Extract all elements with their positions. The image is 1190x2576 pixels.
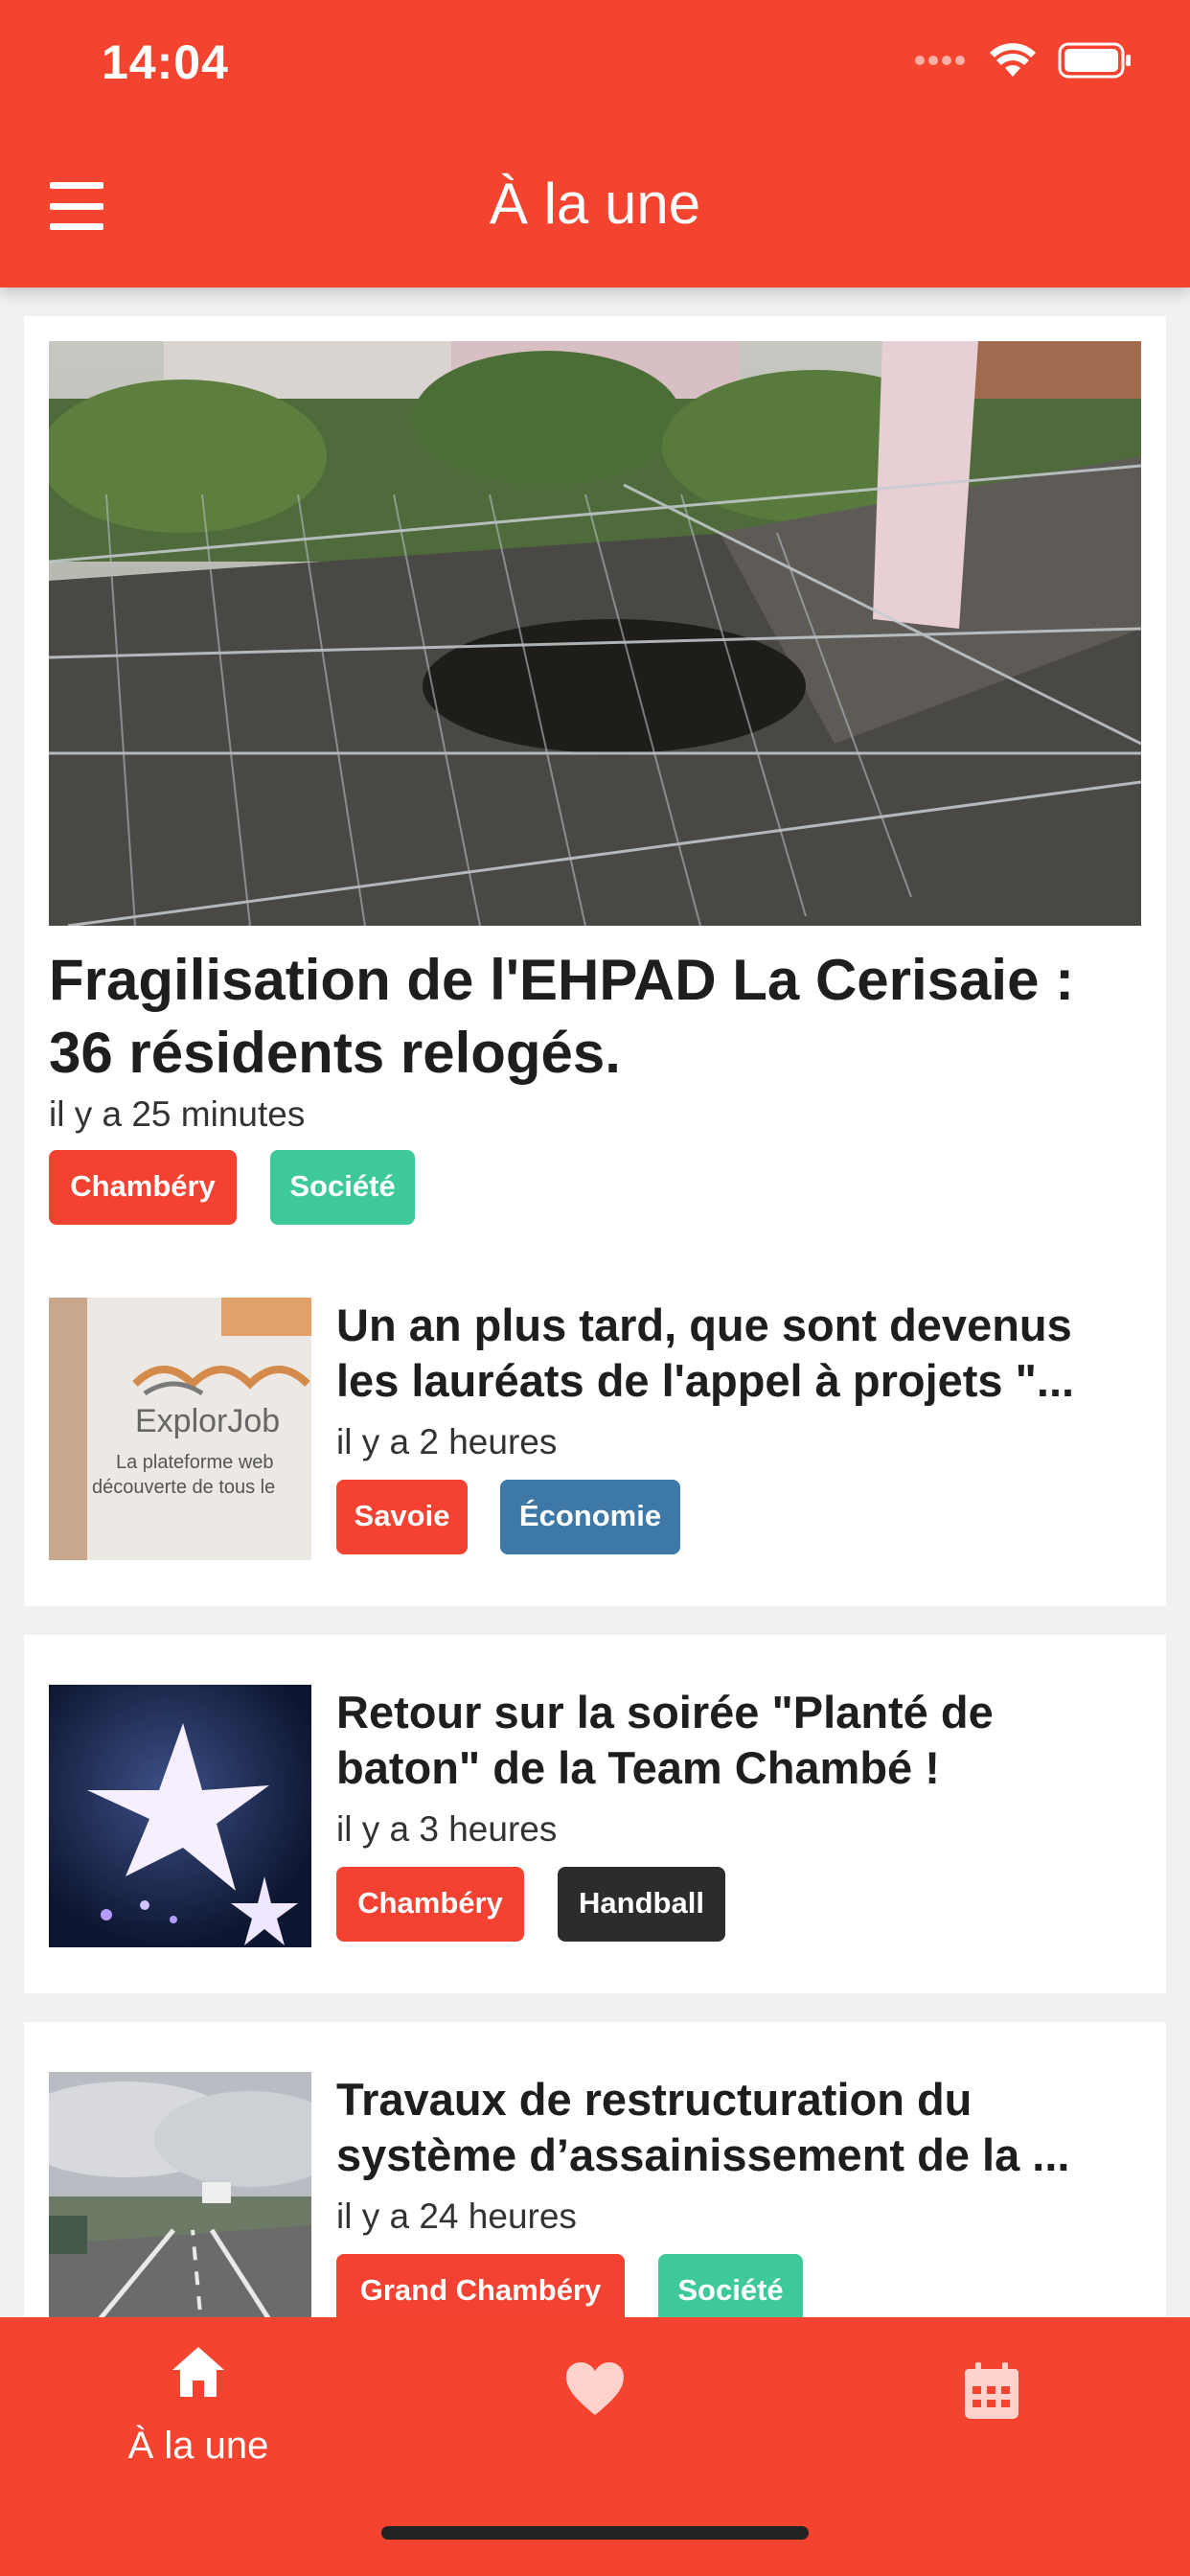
article-card-2[interactable]: Retour sur la soirée "Planté de baton" d…	[24, 1635, 1166, 1993]
tag-economie[interactable]: Économie	[500, 1480, 680, 1554]
thumbnail-brand-text: ExplorJob	[135, 1403, 280, 1439]
article-thumbnail	[49, 2072, 311, 2317]
news-feed[interactable]: Fragilisation de l'EHPAD La Cerisaie : 3…	[0, 288, 1190, 2317]
tag-grand-chambery[interactable]: Grand Chambéry	[336, 2254, 625, 2317]
wifi-icon	[990, 43, 1036, 77]
home-icon	[172, 2347, 224, 2397]
page-title: À la une	[489, 172, 701, 236]
tag-societe[interactable]: Société	[658, 2254, 803, 2317]
tag-chambery[interactable]: Chambéry	[336, 1867, 524, 1942]
thumbnail-line1-text: La plateforme web	[116, 1452, 274, 1473]
thumbnail-line2-text: découverte de tous le	[92, 1477, 275, 1498]
article-time: il y a 24 heures	[336, 2196, 577, 2236]
signal-icon	[915, 56, 965, 65]
featured-article-title[interactable]: Fragilisation de l'EHPAD La Cerisaie : 3…	[49, 944, 1151, 1090]
app-header: 14:04 À la une	[0, 0, 1190, 288]
tab-label: À la une	[127, 2425, 269, 2467]
article-time: il y a 3 heures	[336, 1809, 558, 1849]
home-indicator	[381, 2526, 809, 2540]
article-card-1[interactable]: ExplorJob La plateforme web découverte d…	[24, 1248, 1166, 1606]
article-title[interactable]: Retour sur la soirée "Planté de baton" d…	[336, 1685, 1147, 1796]
status-icons	[914, 42, 1133, 79]
tag-handball[interactable]: Handball	[558, 1867, 725, 1942]
status-time: 14:04	[102, 35, 229, 89]
tab-favorites[interactable]	[397, 2317, 793, 2509]
tag-societe[interactable]: Société	[270, 1150, 415, 1225]
article-title[interactable]: Travaux de restructuration du système d’…	[336, 2072, 1147, 2183]
tag-chambery[interactable]: Chambéry	[49, 1150, 237, 1225]
featured-article-card[interactable]: Fragilisation de l'EHPAD La Cerisaie : 3…	[24, 316, 1166, 1248]
battery-icon	[1058, 42, 1131, 79]
tab-agenda[interactable]	[793, 2317, 1190, 2509]
tab-a-la-une[interactable]: À la une	[0, 2317, 397, 2509]
article-card-3[interactable]: Travaux de restructuration du système d’…	[24, 2022, 1166, 2317]
featured-article-time: il y a 25 minutes	[49, 1094, 306, 1134]
article-time: il y a 2 heures	[336, 1422, 558, 1461]
article-title[interactable]: Un an plus tard, que sont devenus les la…	[336, 1298, 1147, 1409]
tag-savoie[interactable]: Savoie	[336, 1480, 468, 1554]
article-thumbnail: ExplorJob La plateforme web découverte d…	[49, 1298, 311, 1560]
heart-icon	[566, 2362, 624, 2415]
featured-article-image	[49, 341, 1141, 926]
calendar-icon	[965, 2362, 1018, 2419]
article-thumbnail	[49, 1685, 311, 1947]
bottom-tab-bar: À la une	[0, 2317, 1190, 2576]
